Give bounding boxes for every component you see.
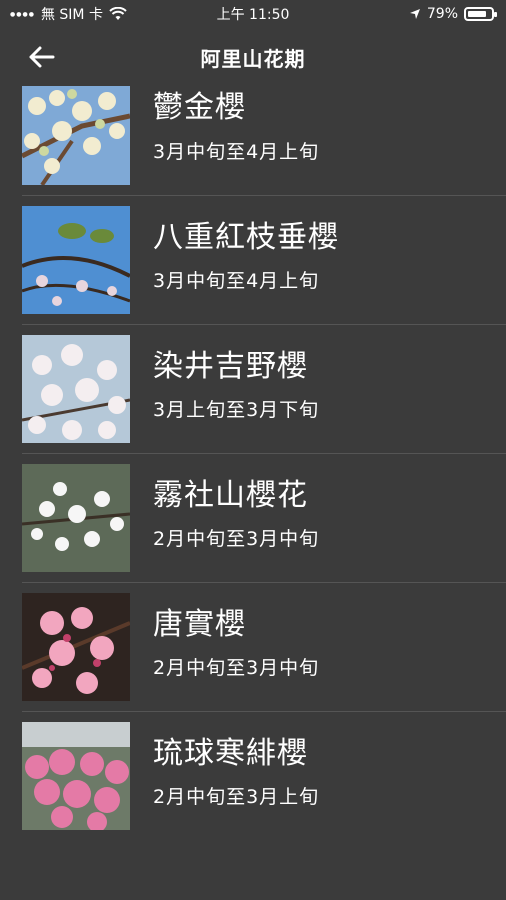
flower-thumbnail bbox=[22, 464, 130, 572]
list-item[interactable]: 鬱金櫻 3月中旬至4月上旬 bbox=[0, 86, 506, 215]
flower-list: 鬱金櫻 3月中旬至4月上旬 八重紅枝垂櫻 3月中旬至4月上旬 染井吉野櫻 3月上… bbox=[0, 86, 506, 900]
list-item[interactable]: 染井吉野櫻 3月上旬至3月下旬 bbox=[0, 335, 506, 464]
flower-thumbnail bbox=[22, 593, 130, 701]
page-title: 阿里山花期 bbox=[200, 46, 306, 71]
status-bar: ●●●● 無 SIM 卡 上午 11:50 79% bbox=[0, 0, 506, 28]
flower-name: 八重紅枝垂櫻 bbox=[153, 220, 339, 255]
flower-thumbnail bbox=[22, 722, 130, 830]
list-item[interactable]: 琉球寒緋櫻 2月中旬至3月上旬 bbox=[0, 722, 506, 851]
divider bbox=[22, 582, 506, 583]
flower-name: 染井吉野櫻 bbox=[153, 349, 308, 384]
flower-thumbnail bbox=[22, 335, 130, 443]
bloom-period: 3月中旬至4月上旬 bbox=[153, 141, 320, 163]
status-time: 上午 11:50 bbox=[216, 7, 290, 23]
flower-name: 唐實櫻 bbox=[153, 607, 246, 642]
bloom-period: 2月中旬至3月中旬 bbox=[153, 657, 320, 679]
nav-bar: 阿里山花期 bbox=[0, 28, 506, 86]
divider bbox=[22, 711, 506, 712]
bloom-period: 3月上旬至3月下旬 bbox=[153, 399, 320, 421]
battery-icon bbox=[464, 7, 497, 21]
divider bbox=[22, 453, 506, 454]
back-button[interactable] bbox=[24, 40, 58, 74]
divider bbox=[22, 324, 506, 325]
flower-name: 霧社山櫻花 bbox=[153, 478, 308, 513]
flower-thumbnail bbox=[22, 206, 130, 314]
list-item[interactable]: 八重紅枝垂櫻 3月中旬至4月上旬 bbox=[0, 206, 506, 335]
flower-name: 鬱金櫻 bbox=[153, 90, 246, 125]
flower-name: 琉球寒緋櫻 bbox=[153, 736, 308, 771]
list-item[interactable]: 唐實櫻 2月中旬至3月中旬 bbox=[0, 593, 506, 722]
divider bbox=[22, 195, 506, 196]
list-item[interactable]: 霧社山櫻花 2月中旬至3月中旬 bbox=[0, 464, 506, 593]
flower-thumbnail bbox=[22, 86, 130, 185]
arrow-left-icon bbox=[29, 46, 55, 68]
bloom-period: 2月中旬至3月中旬 bbox=[153, 528, 320, 550]
bloom-period: 2月中旬至3月上旬 bbox=[153, 786, 320, 808]
bloom-period: 3月中旬至4月上旬 bbox=[153, 270, 320, 292]
